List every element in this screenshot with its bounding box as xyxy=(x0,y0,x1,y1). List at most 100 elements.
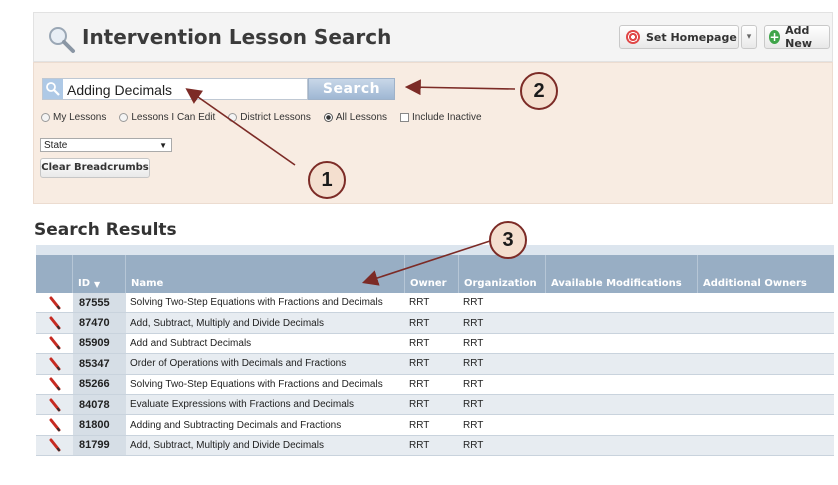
callout-2: 2 xyxy=(520,72,558,110)
cell-owner: RRT xyxy=(409,439,430,451)
table-row[interactable]: 85347 Order of Operations with Decimals a… xyxy=(36,354,834,375)
edit-cell[interactable] xyxy=(36,293,73,312)
column-header-owner[interactable]: Owner xyxy=(405,255,459,293)
filter-lessons-i-can-edit[interactable]: Lessons I Can Edit xyxy=(119,112,215,123)
cell-owner: RRT xyxy=(409,297,430,309)
filter-all-lessons-label: All Lessons xyxy=(335,112,388,123)
plus-circle-icon: + xyxy=(769,30,781,44)
scope-select[interactable]: State ▼ xyxy=(40,138,172,152)
pencil-icon[interactable] xyxy=(48,336,62,351)
cell-owner: RRT xyxy=(409,378,430,390)
search-box[interactable] xyxy=(42,78,308,100)
cell-organization: RRT xyxy=(463,419,484,431)
table-row[interactable]: 87555 Solving Two-Step Equations with Fra… xyxy=(36,293,834,314)
cell-organization: RRT xyxy=(463,297,484,309)
table-row[interactable]: 85266 Solving Two-Step Equations with Fra… xyxy=(36,374,834,395)
cell-name[interactable]: Solving Two-Step Equations with Fraction… xyxy=(126,297,405,308)
pencil-icon[interactable] xyxy=(48,316,62,330)
edit-cell[interactable] xyxy=(36,334,73,353)
table-row[interactable]: 81799 Add, Subtract, Multiply and Divide … xyxy=(36,435,834,457)
cell-name[interactable]: Add, Subtract, Multiply and Divide Decim… xyxy=(126,440,405,451)
search-panel: Search My Lessons Lessons I Can Edit Dis… xyxy=(33,62,833,204)
pencil-icon[interactable] xyxy=(48,377,62,391)
cell-name[interactable]: Adding and Subtracting Decimals and Frac… xyxy=(126,420,405,431)
page-header: Intervention Lesson Search Set Homepage … xyxy=(33,12,833,62)
set-homepage-label: Set Homepage xyxy=(646,30,737,44)
table-row[interactable]: 84078 Evaluate Expressions with Fractions… xyxy=(36,394,834,416)
search-input[interactable] xyxy=(67,81,297,99)
filter-include-inactive[interactable]: Include Inactive xyxy=(400,112,482,123)
pencil-icon[interactable] xyxy=(48,357,62,371)
filter-include-inactive-label: Include Inactive xyxy=(412,112,482,123)
callout-1: 1 xyxy=(308,161,346,199)
filter-lessons-i-can-edit-label: Lessons I Can Edit xyxy=(131,112,216,123)
lesson-filter-row: My Lessons Lessons I Can Edit District L… xyxy=(41,112,495,123)
cell-owner: RRT xyxy=(409,358,430,370)
checkbox-include-inactive[interactable] xyxy=(400,113,410,122)
cell-organization: RRT xyxy=(463,317,484,329)
pencil-icon[interactable] xyxy=(48,438,62,452)
cell-name[interactable]: Order of Operations with Decimals and Fr… xyxy=(126,358,405,369)
edit-cell[interactable] xyxy=(36,354,73,373)
set-homepage-dropdown[interactable]: ▾ xyxy=(741,25,757,49)
edit-cell[interactable] xyxy=(36,395,73,414)
radio-district-lessons[interactable] xyxy=(228,113,238,122)
cell-id: 81800 xyxy=(73,415,126,435)
target-icon xyxy=(626,30,640,44)
cell-owner: RRT xyxy=(409,399,430,411)
cell-id: 85347 xyxy=(73,354,126,374)
callout-3: 3 xyxy=(489,221,527,259)
cell-organization: RRT xyxy=(463,337,484,349)
edit-cell[interactable] xyxy=(36,375,73,394)
set-homepage-button[interactable]: Set Homepage xyxy=(619,25,739,49)
cell-name[interactable]: Solving Two-Step Equations with Fraction… xyxy=(126,379,405,390)
pencil-icon[interactable] xyxy=(48,296,62,310)
column-header-available-modifications[interactable]: Available Modifications xyxy=(546,255,698,293)
radio-lessons-i-can-edit[interactable] xyxy=(119,113,129,122)
table-row[interactable]: 85909 Add and Subtract Decimals RRT RRT xyxy=(36,333,834,355)
pencil-icon[interactable] xyxy=(48,418,62,432)
cell-id: 87470 xyxy=(73,313,126,333)
filter-my-lessons[interactable]: My Lessons xyxy=(41,112,106,123)
cell-owner: RRT xyxy=(409,317,430,329)
cell-id: 84078 xyxy=(73,394,126,415)
search-icon xyxy=(43,79,63,99)
pencil-icon[interactable] xyxy=(48,398,62,412)
cell-id: 81799 xyxy=(73,435,126,456)
cell-name[interactable]: Evaluate Expressions with Fractions and … xyxy=(126,399,405,410)
filter-district-lessons[interactable]: District Lessons xyxy=(228,112,311,123)
grid-top-bar xyxy=(36,245,834,255)
grid-body: 87555 Solving Two-Step Equations with Fra… xyxy=(36,293,834,457)
add-new-label: Add New xyxy=(785,24,813,50)
cell-id: 85909 xyxy=(73,333,126,354)
cell-name[interactable]: Add and Subtract Decimals xyxy=(126,338,405,349)
search-button[interactable]: Search xyxy=(308,78,395,100)
cell-organization: RRT xyxy=(463,399,484,411)
cell-owner: RRT xyxy=(409,337,430,349)
cell-id: 85266 xyxy=(73,374,126,394)
cell-id: 87555 xyxy=(73,293,126,313)
column-header-additional-owners[interactable]: Additional Owners xyxy=(698,255,834,293)
table-row[interactable]: 81800 Adding and Subtracting Decimals and… xyxy=(36,415,834,436)
results-title: Search Results xyxy=(34,220,177,240)
edit-cell[interactable] xyxy=(36,436,73,455)
cell-organization: RRT xyxy=(463,378,484,390)
cell-name[interactable]: Add, Subtract, Multiply and Divide Decim… xyxy=(126,318,405,329)
column-header-organization[interactable]: Organization xyxy=(459,255,546,293)
lesson-search-page: Intervention Lesson Search Set Homepage … xyxy=(33,12,834,485)
chevron-down-icon: ▼ xyxy=(159,141,167,150)
grid-header-row: ID ▼ Name Owner Organization Available M… xyxy=(36,255,834,293)
clear-breadcrumbs-button[interactable]: Clear Breadcrumbs xyxy=(40,158,150,178)
filter-my-lessons-label: My Lessons xyxy=(53,112,107,123)
column-header-name[interactable]: Name xyxy=(126,255,405,293)
add-new-button[interactable]: + Add New xyxy=(764,24,830,50)
edit-cell[interactable] xyxy=(36,313,73,332)
column-header-id-label: ID xyxy=(78,278,91,289)
radio-all-lessons[interactable] xyxy=(323,113,333,122)
column-header-id[interactable]: ID ▼ xyxy=(73,255,126,293)
page-title: Intervention Lesson Search xyxy=(82,25,392,49)
filter-all-lessons[interactable]: All Lessons xyxy=(323,112,388,123)
radio-my-lessons[interactable] xyxy=(41,113,50,122)
edit-cell[interactable] xyxy=(36,415,73,434)
table-row[interactable]: 87470 Add, Subtract, Multiply and Divide … xyxy=(36,313,834,334)
